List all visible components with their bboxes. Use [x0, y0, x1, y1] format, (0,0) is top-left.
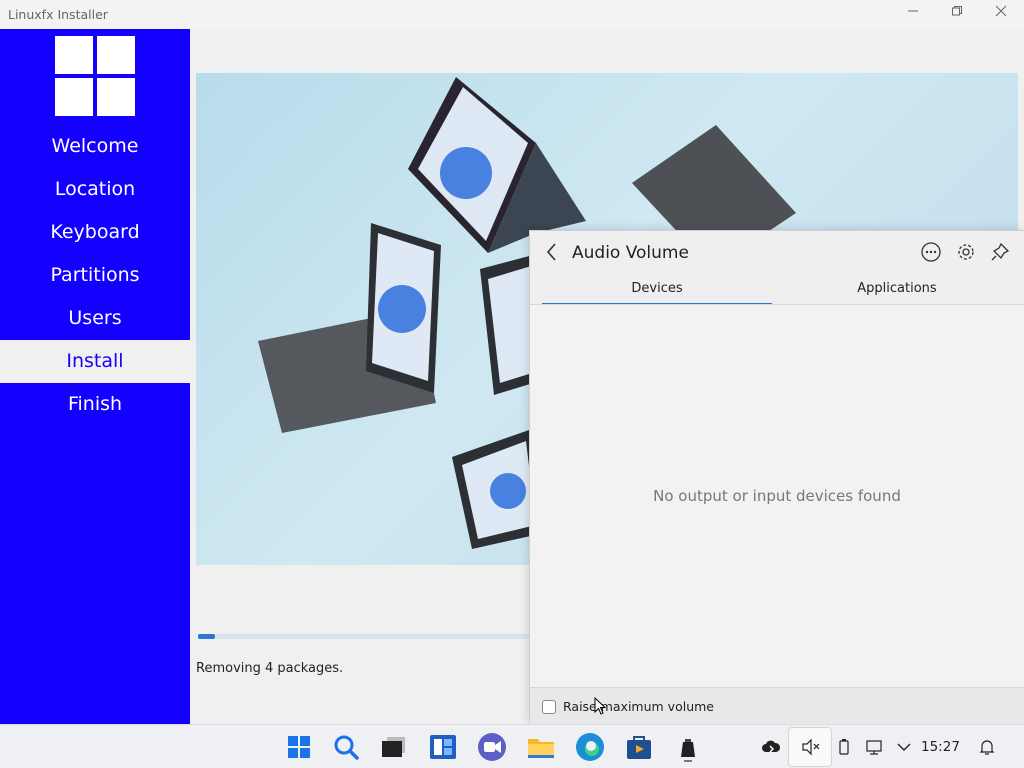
install-status-text: Removing 4 packages. [196, 661, 344, 676]
more-horizontal-icon [921, 242, 941, 262]
cloud-sync-icon[interactable] [761, 737, 781, 757]
step-users: Users [68, 307, 122, 329]
restore-icon [952, 6, 962, 16]
window-title: Linuxfx Installer [8, 7, 108, 22]
pin-button[interactable] [989, 241, 1011, 263]
maximize-button[interactable] [946, 4, 968, 24]
file-explorer-icon[interactable] [525, 731, 557, 763]
chevron-left-icon [546, 243, 556, 261]
step-welcome: Welcome [51, 135, 139, 157]
flyout-title: Audio Volume [572, 243, 689, 263]
raise-max-volume-checkbox[interactable] [542, 700, 556, 714]
step-install: Install [0, 340, 190, 383]
settings-button[interactable] [955, 241, 977, 263]
no-devices-message: No output or input devices found [653, 487, 901, 505]
tab-applications[interactable]: Applications [782, 279, 1012, 305]
taskbar-clock[interactable]: 15:27 [921, 739, 960, 755]
installer-sidebar: Welcome Location Keyboard Partitions Use… [0, 29, 190, 724]
meet-icon[interactable] [476, 731, 508, 763]
flyout-footer: Raise maximum volume [530, 687, 1024, 725]
step-finish: Finish [67, 393, 123, 415]
minimize-icon [908, 10, 918, 12]
devices-list: No output or input devices found [530, 305, 1024, 687]
speaker-muted-icon [802, 738, 820, 756]
usb-stick-icon[interactable] [672, 731, 704, 763]
mouse-cursor-icon [594, 697, 606, 715]
speaker-tray-button[interactable] [788, 727, 832, 767]
step-location: Location [54, 178, 136, 200]
step-keyboard: Keyboard [50, 221, 140, 243]
pin-icon [991, 242, 1010, 261]
windows-logo-icon [55, 36, 135, 116]
back-button[interactable] [542, 241, 562, 263]
bell-icon[interactable] [977, 737, 997, 757]
raise-max-volume-label[interactable]: Raise maximum volume [563, 699, 714, 714]
flyout-tabs: Devices Applications [542, 279, 1012, 305]
widgets-icon[interactable] [427, 731, 459, 763]
tab-devices[interactable]: Devices [542, 279, 772, 305]
more-options-button[interactable] [920, 241, 942, 263]
terminal-icon[interactable] [378, 731, 410, 763]
search-icon[interactable] [330, 731, 362, 763]
edge-browser-icon[interactable] [574, 731, 606, 763]
audio-volume-flyout: Audio Volume Devices Applications No out… [529, 230, 1024, 725]
close-button[interactable] [990, 4, 1012, 24]
network-icon[interactable] [864, 737, 884, 757]
chevron-up-icon[interactable] [894, 737, 914, 757]
minimize-button[interactable] [902, 4, 924, 24]
flyout-header: Audio Volume [530, 231, 1024, 275]
close-icon [995, 5, 1007, 17]
step-partitions: Partitions [50, 264, 140, 286]
window-titlebar: Linuxfx Installer [0, 0, 1024, 29]
install-progress-fill [198, 634, 215, 639]
taskbar: 15:27 [0, 724, 1024, 768]
gear-icon [958, 244, 974, 260]
installer-steps: Welcome Location Keyboard Partitions Use… [0, 125, 190, 426]
windows-start-icon[interactable] [283, 731, 315, 763]
battery-icon[interactable] [834, 737, 854, 757]
store-icon[interactable] [623, 731, 655, 763]
